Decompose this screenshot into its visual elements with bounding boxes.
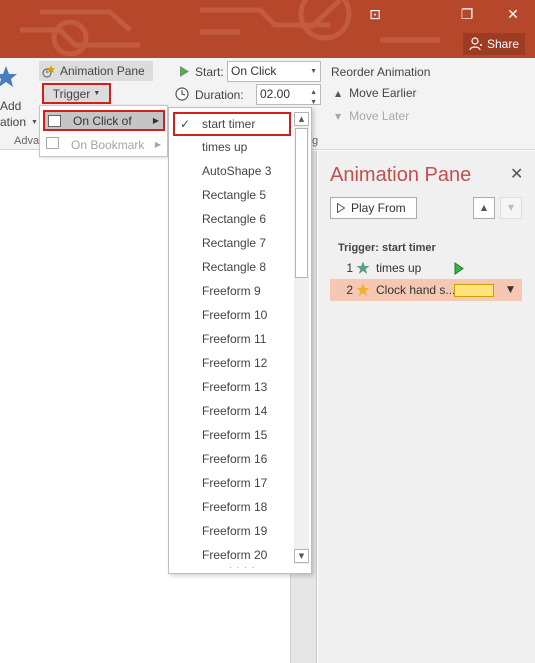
list-item[interactable]: AutoShape 3 bbox=[173, 159, 291, 183]
chevron-down-icon: ▼ bbox=[93, 90, 101, 97]
move-earlier-button[interactable]: ▲ Move Earlier bbox=[335, 86, 417, 100]
on-click-of-label: On Click of bbox=[73, 113, 132, 128]
list-scrollbar[interactable]: ▲ ▼ bbox=[294, 112, 309, 564]
trigger-label: Trigger bbox=[52, 86, 91, 101]
ribbon-display-options-button[interactable]: ⊡ bbox=[360, 4, 390, 26]
animation-pane-label: Animation Pane bbox=[60, 64, 145, 78]
star-gold-icon bbox=[356, 283, 370, 296]
list-item[interactable]: Freeform 19 bbox=[173, 519, 291, 543]
move-down-button[interactable]: ▼ bbox=[500, 197, 522, 219]
animation-label: times up bbox=[376, 261, 422, 275]
scroll-thumb[interactable] bbox=[295, 128, 308, 278]
group-label-timing: g bbox=[312, 135, 319, 147]
animation-pane: Animation Pane ✕ Play From ▲ ▼ Trigger: … bbox=[318, 151, 535, 663]
play-from-button[interactable]: Play From bbox=[330, 197, 417, 219]
person-icon bbox=[469, 37, 482, 51]
animation-pane-title: Animation Pane bbox=[330, 164, 472, 186]
list-item[interactable]: Rectangle 7 bbox=[173, 231, 291, 255]
chevron-down-icon[interactable]: ▼ bbox=[507, 285, 514, 295]
list-item[interactable]: Freeform 15 bbox=[173, 423, 291, 447]
play-icon bbox=[337, 203, 345, 213]
play-from-label: Play From bbox=[351, 201, 406, 215]
star-green-icon bbox=[356, 261, 370, 274]
animation-row-selected[interactable]: 2 Clock hand s... ▼ bbox=[330, 279, 522, 301]
list-item[interactable]: ✓ start timer bbox=[173, 112, 291, 136]
click-shape-icon bbox=[48, 115, 61, 127]
check-icon: ✓ bbox=[180, 117, 191, 131]
share-button[interactable]: Share bbox=[463, 33, 525, 55]
animation-label: Clock hand s... bbox=[376, 283, 456, 297]
list-item[interactable]: Freeform 9 bbox=[173, 279, 291, 303]
start-label: Start: bbox=[195, 65, 224, 79]
bookmark-icon bbox=[46, 137, 59, 149]
duration-spinner[interactable]: 02.00 ▲ ▼ bbox=[256, 84, 321, 106]
start-select[interactable]: On Click ▼ bbox=[227, 61, 321, 82]
on-click-of-item[interactable]: On Click of ▶ bbox=[43, 110, 165, 131]
add-animation-label-bottom[interactable]: ation bbox=[0, 115, 26, 129]
move-later-button[interactable]: ▼ Move Later bbox=[335, 109, 409, 123]
list-item[interactable]: times up bbox=[173, 135, 291, 159]
animation-pane-button[interactable]: Animation Pane bbox=[39, 61, 153, 81]
list-item[interactable]: Rectangle 6 bbox=[173, 207, 291, 231]
reorder-animation-label: Reorder Animation bbox=[331, 65, 431, 79]
add-animation-caret[interactable]: ▼ bbox=[31, 119, 38, 126]
list-item[interactable]: Freeform 12 bbox=[173, 351, 291, 375]
list-item[interactable]: Freeform 16 bbox=[173, 447, 291, 471]
share-label: Share bbox=[487, 37, 520, 51]
add-animation-star-icon[interactable] bbox=[0, 62, 20, 92]
animation-number: 1 bbox=[346, 261, 353, 275]
trigger-menu: On Click of ▶ On Bookmark ▶ bbox=[39, 105, 168, 157]
move-up-button[interactable]: ▲ bbox=[473, 197, 495, 219]
list-item[interactable]: Freeform 17 bbox=[173, 471, 291, 495]
resize-grip[interactable]: · · · · bbox=[229, 562, 256, 572]
timing-bar[interactable] bbox=[454, 284, 494, 297]
play-triangle-icon bbox=[180, 66, 189, 77]
list-item[interactable]: Rectangle 8 bbox=[173, 255, 291, 279]
play-marker-icon bbox=[454, 262, 464, 275]
trigger-group-heading: Trigger: start timer bbox=[338, 242, 436, 254]
triangle-down-icon: ▼ bbox=[335, 111, 342, 121]
duration-label: Duration: bbox=[195, 88, 244, 102]
restore-window-button[interactable]: ❐ bbox=[452, 4, 482, 26]
scroll-down-icon[interactable]: ▼ bbox=[294, 549, 309, 563]
title-bar: ⊡ ❐ ✕ Share bbox=[0, 0, 535, 58]
close-icon[interactable]: ✕ bbox=[510, 164, 523, 183]
trigger-button[interactable]: Trigger ▼ bbox=[42, 83, 111, 104]
animation-number: 2 bbox=[346, 283, 353, 297]
list-item[interactable]: Freeform 14 bbox=[173, 399, 291, 423]
list-item[interactable]: Freeform 11 bbox=[173, 327, 291, 351]
animation-pane-icon bbox=[42, 65, 55, 78]
on-bookmark-item[interactable]: On Bookmark ▶ bbox=[43, 134, 165, 155]
chevron-down-icon: ▼ bbox=[310, 68, 317, 75]
list-item[interactable]: Freeform 10 bbox=[173, 303, 291, 327]
click-of-dropdown: ✓ start timer times up AutoShape 3 Recta… bbox=[168, 107, 312, 574]
submenu-arrow-icon: ▶ bbox=[154, 140, 161, 149]
animation-row[interactable]: 1 times up bbox=[330, 257, 522, 279]
on-bookmark-label: On Bookmark bbox=[71, 137, 145, 152]
scroll-up-icon[interactable]: ▲ bbox=[294, 112, 309, 126]
close-window-button[interactable]: ✕ bbox=[498, 4, 528, 26]
list-item[interactable]: Freeform 13 bbox=[173, 375, 291, 399]
clock-icon bbox=[175, 87, 189, 101]
group-label-advanced: Adva bbox=[14, 135, 40, 147]
submenu-arrow-icon: ▶ bbox=[152, 116, 159, 125]
add-animation-label-top[interactable]: Add bbox=[0, 99, 21, 113]
triangle-up-icon: ▲ bbox=[335, 88, 342, 98]
list-item[interactable]: Rectangle 5 bbox=[173, 183, 291, 207]
list-item[interactable]: Freeform 18 bbox=[173, 495, 291, 519]
